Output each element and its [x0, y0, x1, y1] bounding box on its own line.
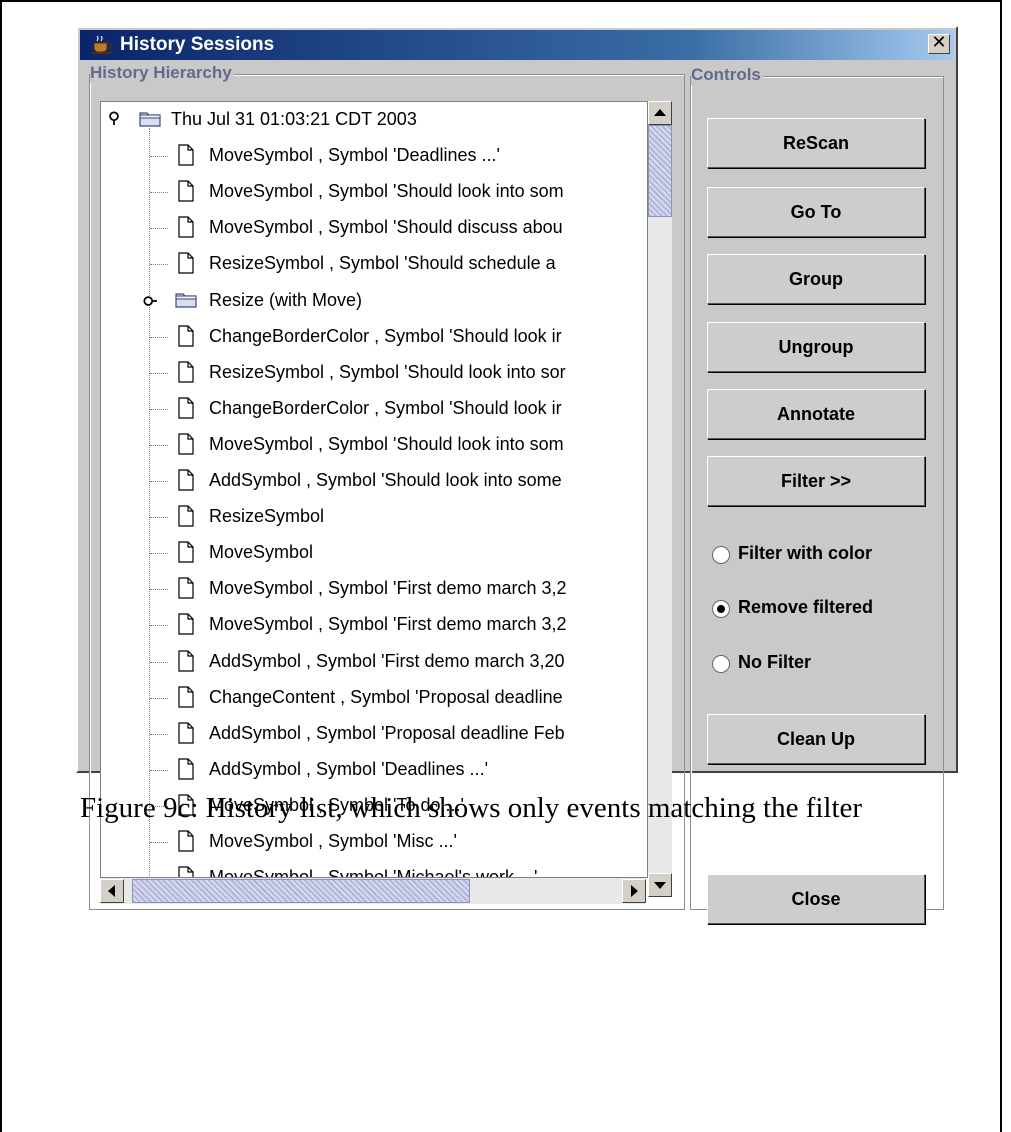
- tree-guide-line: [150, 625, 168, 627]
- document-icon: [178, 577, 194, 599]
- no-filter-label: No Filter: [738, 652, 812, 672]
- tree-guide-line: [150, 517, 168, 519]
- document-icon: [178, 144, 194, 166]
- tree-guide-line: [149, 128, 150, 877]
- tree-item-label: MoveSymbol , Symbol 'Misc ...': [209, 831, 457, 851]
- tree-expand-handle-icon[interactable]: [107, 111, 121, 125]
- folder-icon: [175, 292, 197, 308]
- tree-guide-line: [150, 264, 168, 266]
- remove-filtered-label: Remove filtered: [738, 597, 874, 617]
- document-icon: [178, 685, 194, 708]
- controls-label: Controls: [691, 65, 763, 85]
- document-icon: [178, 541, 194, 563]
- tree-item-label: MoveSymbol , Symbol 'Michael's work ...': [209, 867, 538, 878]
- tree-item-label: MoveSymbol , Symbol 'Should look into so…: [209, 181, 564, 202]
- window-close-icon[interactable]: ✕: [928, 34, 950, 54]
- filter-with-color-label: Filter with color: [738, 543, 873, 563]
- tree-guide-line: [150, 156, 168, 158]
- document-icon: [178, 180, 194, 202]
- tree-item-label: AddSymbol , Symbol 'First demo march 3,2…: [209, 650, 565, 671]
- tree-session-label: Thu Jul 31 01:03:21 CDT 2003: [171, 109, 417, 129]
- tree-item-label: MoveSymbol , Symbol 'Should look into so…: [209, 433, 564, 454]
- document-icon: [178, 216, 194, 238]
- document-icon: [178, 830, 194, 852]
- document-icon: [178, 469, 194, 491]
- horizontal-scrollbar[interactable]: [100, 878, 646, 904]
- tree-guide-line: [150, 589, 168, 591]
- tree-item-label: Resize (with Move): [209, 289, 363, 310]
- goto-button[interactable]: Go To: [707, 187, 925, 237]
- document-icon: [178, 433, 194, 455]
- tree-item-label: ChangeContent , Symbol 'Proposal deadlin…: [209, 686, 563, 707]
- document-icon: [178, 397, 194, 419]
- tree-item-label: AddSymbol , Symbol 'Proposal deadline Fe…: [209, 722, 565, 743]
- folder-icon: [139, 112, 161, 127]
- horizontal-scroll-thumb[interactable]: [132, 879, 470, 903]
- tree-guide-line: [150, 769, 168, 771]
- tree-guide-line: [150, 661, 168, 663]
- tree-item-label: MoveSymbol , Symbol 'Should discuss abou: [209, 217, 563, 238]
- tree-guide-line: [150, 444, 168, 446]
- scroll-up-icon[interactable]: [648, 101, 672, 125]
- tree-item-label: MoveSymbol , Symbol 'Deadlines ...': [209, 145, 500, 166]
- document-icon: [178, 505, 194, 527]
- document-icon: [178, 866, 194, 877]
- tree-guide-line: [150, 553, 168, 555]
- rescan-button[interactable]: ReScan: [707, 118, 925, 168]
- tree-guide-line: [150, 481, 168, 482]
- document-icon: [178, 324, 194, 347]
- document-icon: [178, 758, 194, 780]
- tree-item-label: MoveSymbol , Symbol 'First demo march 3,…: [209, 614, 567, 635]
- tree-guide-line: [150, 372, 168, 374]
- tree-item-label: ChangeBorderColor , Symbol 'Should look …: [209, 325, 562, 346]
- figure-caption: Figure 9c: History list, which shows onl…: [80, 792, 863, 824]
- tree-item-label: ResizeSymbol , Symbol 'Should look into …: [209, 361, 566, 382]
- coffee-cup-icon: [92, 36, 113, 54]
- clean-up-button[interactable]: Clean Up: [707, 714, 925, 764]
- document-icon: [178, 613, 194, 635]
- radio-unselected-icon: [712, 546, 730, 564]
- tree-guide-line: [150, 842, 168, 843]
- tree-guide-line: [150, 228, 168, 230]
- radio-unselected-icon: [712, 655, 730, 673]
- window-title: History Sessions: [120, 34, 275, 55]
- document-icon: [178, 722, 194, 744]
- close-button[interactable]: Close: [707, 874, 925, 924]
- history-tree[interactable]: Thu Jul 31 01:03:21 CDT 2003 MoveSymbol ,…: [100, 101, 648, 878]
- document-icon: [178, 649, 194, 672]
- tree-guide-line: [150, 408, 168, 410]
- tree-item-label: MoveSymbol , Symbol 'First demo march 3,…: [209, 578, 567, 599]
- document-icon: [178, 361, 194, 383]
- vertical-scroll-thumb[interactable]: [648, 125, 672, 217]
- vertical-scrollbar[interactable]: [648, 101, 672, 897]
- group-button[interactable]: Group: [707, 254, 925, 304]
- tree-guide-line: [150, 733, 168, 735]
- ungroup-button[interactable]: Ungroup: [707, 322, 925, 372]
- tree-item-label: AddSymbol , Symbol 'Should look into som…: [209, 470, 562, 490]
- scroll-down-icon[interactable]: [648, 873, 672, 897]
- tree-expand-handle-icon[interactable]: [143, 294, 157, 308]
- tree-item-label: ResizeSymbol: [209, 506, 325, 527]
- document-icon: [178, 252, 194, 274]
- tree-guide-line: [150, 697, 168, 699]
- annotate-button[interactable]: Annotate: [707, 389, 925, 439]
- history-hierarchy-label: History Hierarchy: [90, 63, 234, 83]
- scroll-right-icon[interactable]: [622, 879, 646, 903]
- tree-item-label: AddSymbol , Symbol 'Deadlines ...': [209, 758, 488, 779]
- tree-item-label: MoveSymbol: [209, 542, 314, 563]
- tree-guide-line: [150, 192, 168, 194]
- tree-guide-line: [150, 336, 168, 338]
- radio-selected-icon: [712, 600, 730, 618]
- title-bar[interactable]: History Sessions ✕: [80, 30, 954, 60]
- filter-button[interactable]: Filter >>: [707, 456, 925, 506]
- tree-item-label: ResizeSymbol , Symbol 'Should schedule a: [209, 253, 556, 274]
- scroll-left-icon[interactable]: [100, 879, 124, 903]
- tree-item-label: ChangeBorderColor , Symbol 'Should look …: [209, 397, 562, 418]
